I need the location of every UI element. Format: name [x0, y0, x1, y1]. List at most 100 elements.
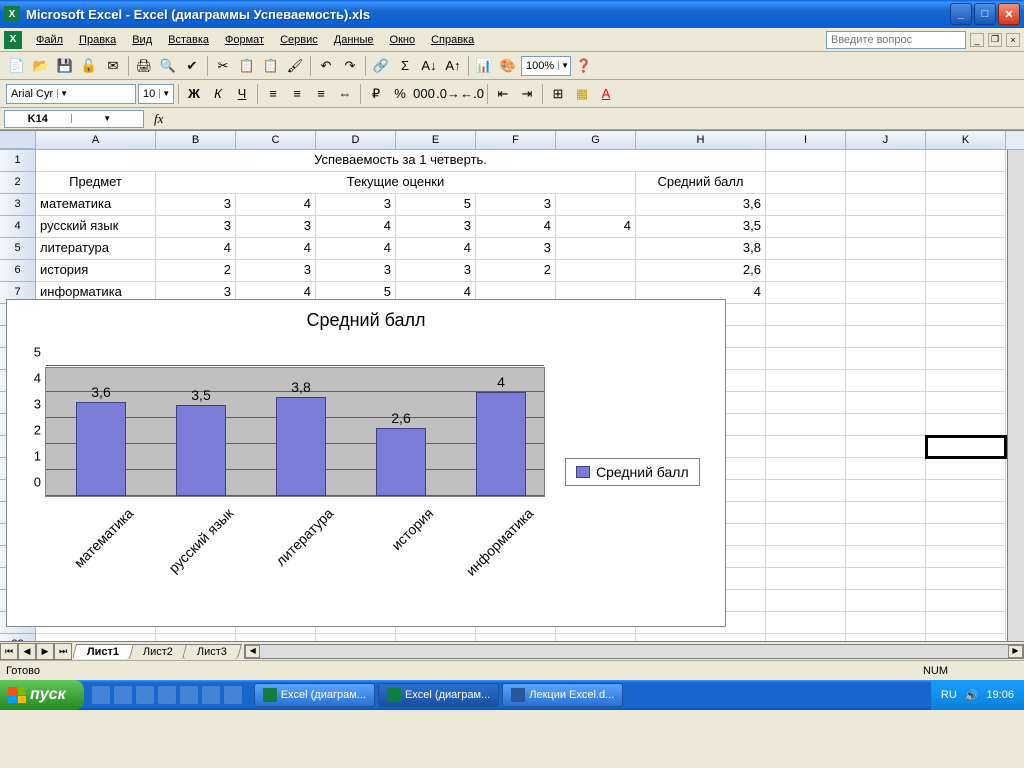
cell[interactable]: 4 — [396, 238, 476, 260]
taskbar-task-button[interactable]: Лекции Excel.d... — [502, 683, 623, 707]
font-name-dropdown[interactable]: Arial Cyr▼ — [6, 84, 136, 104]
cell[interactable] — [766, 436, 846, 458]
spellcheck-icon[interactable]: ✔ — [181, 55, 203, 77]
select-all-corner[interactable] — [0, 131, 36, 149]
help-search-input[interactable] — [826, 31, 966, 49]
cell[interactable] — [926, 216, 1006, 238]
drawing-icon[interactable]: 🎨 — [497, 55, 519, 77]
increase-decimal-icon[interactable]: .0→ — [437, 83, 459, 105]
permission-icon[interactable]: 🔓 — [78, 55, 100, 77]
sheet-tab[interactable]: Лист2 — [128, 644, 188, 659]
row-header-2[interactable]: 2 — [0, 172, 36, 194]
menu-data[interactable]: Данные — [326, 32, 382, 48]
tab-nav-next[interactable]: ▶ — [36, 643, 54, 660]
cell[interactable] — [556, 238, 636, 260]
font-color-icon[interactable]: A — [595, 83, 617, 105]
cell[interactable]: 3,6 — [636, 194, 766, 216]
print-preview-icon[interactable]: 🔍 — [157, 55, 179, 77]
cell[interactable] — [766, 502, 846, 524]
borders-icon[interactable]: ⊞ — [547, 83, 569, 105]
row-header-4[interactable]: 4 — [0, 216, 36, 238]
ql-icon-1[interactable] — [92, 686, 110, 704]
cell[interactable] — [846, 568, 926, 590]
fx-icon[interactable]: fx — [154, 111, 163, 127]
doc-minimize-button[interactable]: _ — [970, 33, 984, 47]
cut-icon[interactable]: ✂ — [212, 55, 234, 77]
worksheet-grid[interactable]: ABCDEFGHIJK 1234567891011121314151617181… — [0, 130, 1024, 660]
cell[interactable] — [926, 392, 1006, 414]
print-icon[interactable]: 🖨 — [133, 55, 155, 77]
ql-icon-4[interactable] — [158, 686, 176, 704]
cell[interactable] — [766, 216, 846, 238]
paste-icon[interactable]: 📋 — [260, 55, 282, 77]
cell[interactable] — [846, 326, 926, 348]
font-size-dropdown[interactable]: 10▼ — [138, 84, 174, 104]
undo-icon[interactable]: ↶ — [315, 55, 337, 77]
format-painter-icon[interactable]: 🖌 — [284, 55, 306, 77]
cell[interactable]: 3 — [476, 238, 556, 260]
cell[interactable] — [766, 260, 846, 282]
cell[interactable]: 4 — [556, 216, 636, 238]
cell[interactable]: 3 — [396, 260, 476, 282]
cell[interactable] — [766, 568, 846, 590]
open-icon[interactable]: 📂 — [30, 55, 52, 77]
active-cell[interactable] — [926, 436, 1006, 458]
cell[interactable] — [766, 546, 846, 568]
maximize-button[interactable]: □ — [974, 3, 996, 25]
cell[interactable]: 4 — [316, 238, 396, 260]
tray-clock[interactable]: 19:06 — [986, 689, 1014, 701]
cell[interactable] — [846, 238, 926, 260]
ql-icon-7[interactable] — [224, 686, 242, 704]
embedded-chart[interactable]: Средний балл 012345 3,63,53,82,64 матема… — [6, 299, 726, 627]
col-header-F[interactable]: F — [476, 131, 556, 149]
name-box[interactable]: K14▼ — [4, 110, 144, 128]
cell[interactable] — [766, 392, 846, 414]
cell[interactable] — [926, 172, 1006, 194]
cell[interactable]: 3 — [156, 216, 236, 238]
cell-title[interactable]: Успеваемость за 1 четверть. — [36, 150, 766, 172]
decrease-decimal-icon[interactable]: ←.0 — [461, 83, 483, 105]
cell[interactable] — [926, 260, 1006, 282]
cell[interactable] — [846, 458, 926, 480]
col-header-G[interactable]: G — [556, 131, 636, 149]
menu-file[interactable]: Файл — [28, 32, 71, 48]
cell[interactable]: история — [36, 260, 156, 282]
menu-help[interactable]: Справка — [423, 32, 482, 48]
col-header-K[interactable]: K — [926, 131, 1006, 149]
ql-icon-5[interactable] — [180, 686, 198, 704]
row-header-5[interactable]: 5 — [0, 238, 36, 260]
underline-icon[interactable]: Ч — [231, 83, 253, 105]
col-header-E[interactable]: E — [396, 131, 476, 149]
cell[interactable] — [766, 480, 846, 502]
cell[interactable] — [766, 524, 846, 546]
cell[interactable] — [926, 282, 1006, 304]
cell[interactable] — [926, 414, 1006, 436]
cell[interactable] — [766, 590, 846, 612]
cell[interactable]: 3 — [316, 260, 396, 282]
save-icon[interactable]: 💾 — [54, 55, 76, 77]
menu-insert[interactable]: Вставка — [160, 32, 217, 48]
chart-wizard-icon[interactable]: 📊 — [473, 55, 495, 77]
cell[interactable]: русский язык — [36, 216, 156, 238]
cell[interactable]: 2 — [156, 260, 236, 282]
cell[interactable] — [766, 282, 846, 304]
cell[interactable]: 4 — [236, 238, 316, 260]
tab-nav-prev[interactable]: ◀ — [18, 643, 36, 660]
vertical-scrollbar[interactable] — [1007, 150, 1024, 641]
cell[interactable] — [766, 194, 846, 216]
cell[interactable] — [556, 194, 636, 216]
cell[interactable] — [766, 612, 846, 634]
cell[interactable]: 4 — [476, 216, 556, 238]
cell[interactable] — [766, 238, 846, 260]
sheet-tab[interactable]: Лист3 — [182, 644, 242, 659]
cell[interactable] — [926, 238, 1006, 260]
cell[interactable] — [926, 304, 1006, 326]
cell[interactable] — [846, 348, 926, 370]
tray-volume-icon[interactable]: 🔊 — [965, 689, 979, 702]
col-header-C[interactable]: C — [236, 131, 316, 149]
cell[interactable] — [846, 546, 926, 568]
cell[interactable]: 3,8 — [636, 238, 766, 260]
cell[interactable]: литература — [36, 238, 156, 260]
menu-edit[interactable]: Правка — [71, 32, 124, 48]
col-header-D[interactable]: D — [316, 131, 396, 149]
